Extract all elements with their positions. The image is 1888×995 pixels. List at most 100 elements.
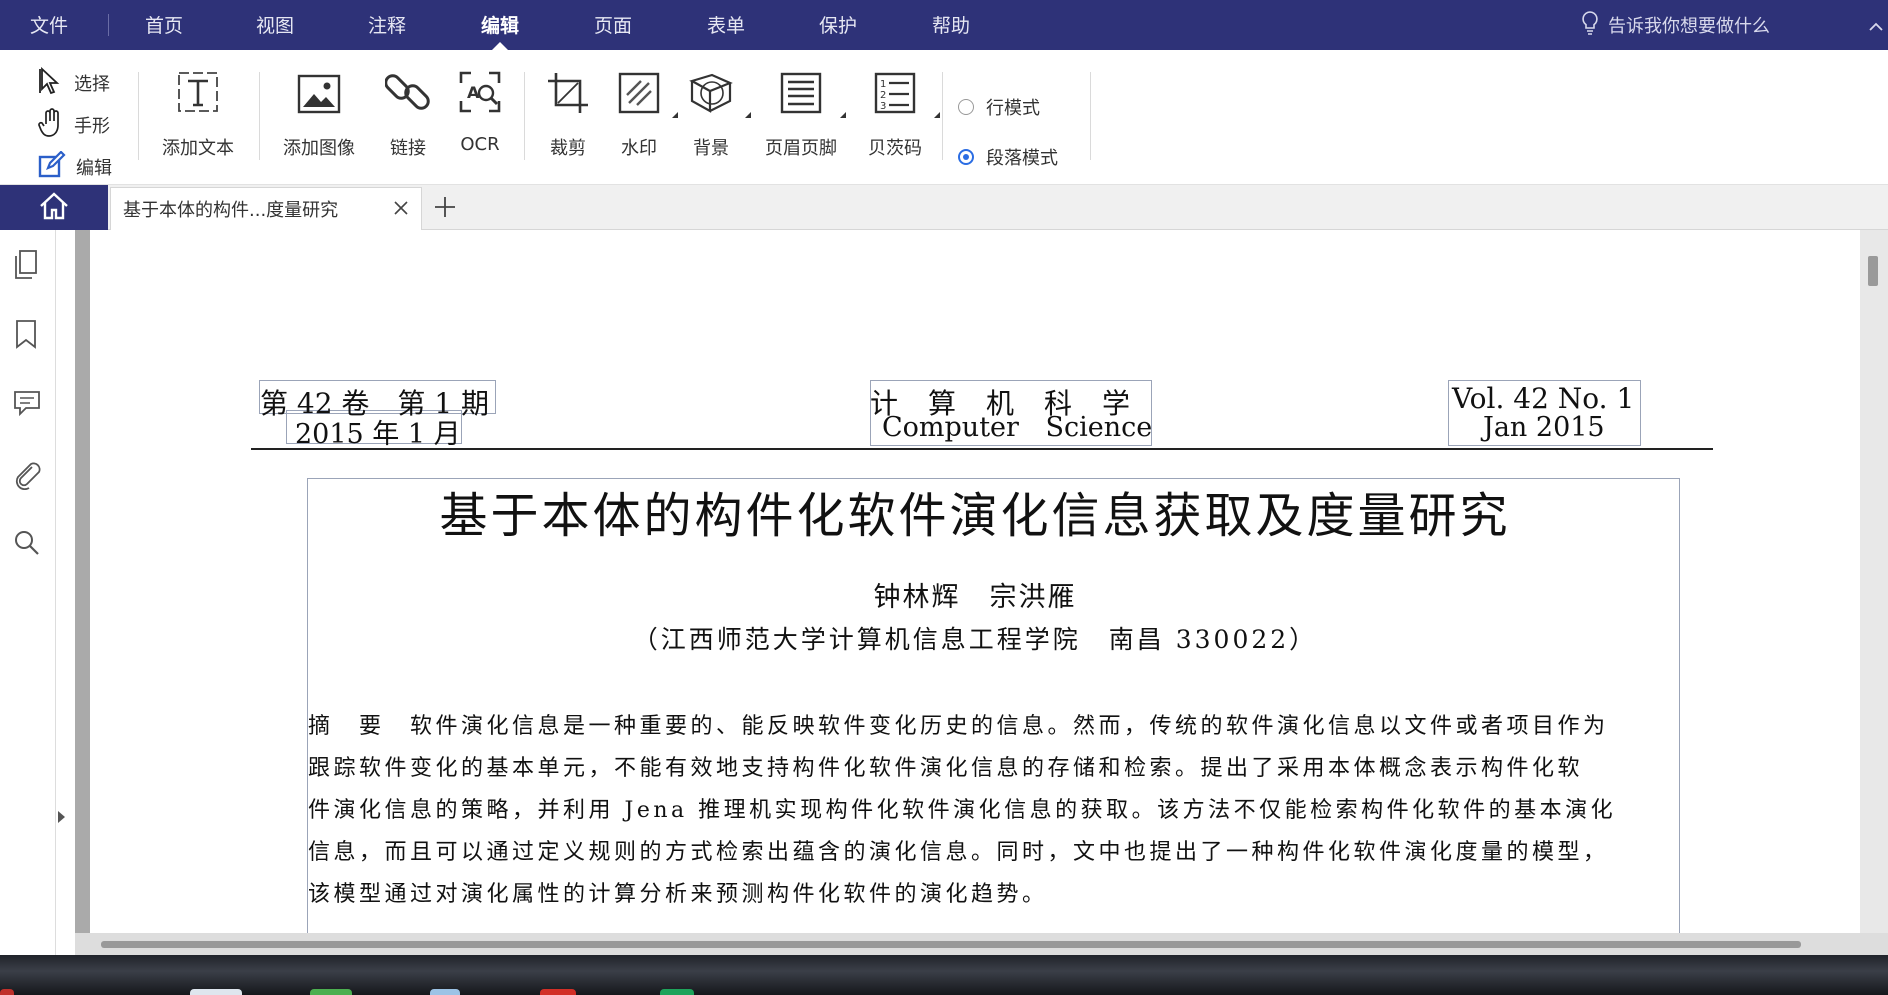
taskbar-app-icon[interactable] — [0, 989, 14, 995]
add-image-button[interactable]: 添加图像 — [278, 70, 360, 160]
svg-text:2: 2 — [880, 90, 886, 101]
menu-edit[interactable]: 编辑 — [481, 0, 519, 50]
header-footer-button[interactable]: 页眉页脚 — [758, 70, 846, 160]
radio-unselected-icon — [958, 99, 974, 115]
taskbar-app-icon[interactable] — [540, 989, 576, 995]
journal-date-en[interactable]: Jan 2015 — [1483, 412, 1605, 443]
line-mode-label: 行模式 — [986, 98, 1040, 119]
document-tab-bar: 基于本体的构件...度量研究 — [0, 185, 1888, 230]
abstract-line[interactable]: 该模型通过对演化属性的计算分析来预测构件化软件的演化趋势。 — [308, 876, 1048, 908]
journal-date-cn[interactable]: 2015 年 1 月 — [295, 412, 461, 451]
watermark-icon — [617, 71, 661, 120]
home-tab[interactable] — [0, 185, 108, 230]
bates-number-dropdown-icon[interactable] — [928, 112, 940, 118]
abstract-line[interactable]: 件演化信息的策略，并利用 Jena 推理机实现构件化软件演化信息的获取。该方法不… — [308, 792, 1616, 824]
journal-volume-en[interactable]: Vol. 42 No. 1 — [1452, 382, 1634, 415]
menu-form[interactable]: 表单 — [707, 0, 745, 50]
taskbar-app-icon[interactable] — [190, 989, 242, 995]
watermark-dropdown-icon[interactable] — [666, 112, 678, 118]
abstract-line[interactable]: 跟踪软件变化的基本单元，不能有效地支持构件化软件演化信息的存储和检索。提出了采用… — [308, 750, 1583, 782]
comment-icon[interactable] — [12, 388, 42, 418]
taskbar-app-icon[interactable] — [430, 989, 460, 995]
taskbar-app-icon[interactable] — [310, 989, 352, 995]
new-tab-plus-icon[interactable] — [432, 193, 458, 221]
image-icon — [296, 73, 342, 120]
hand-icon — [38, 107, 64, 143]
hand-mode-button[interactable]: 手形 — [38, 104, 138, 146]
link-icon — [384, 69, 431, 120]
select-mode-button[interactable]: 选择 — [38, 62, 138, 104]
mode-group: 选择 手形 编辑 — [38, 62, 138, 188]
menu-home[interactable]: 首页 — [145, 0, 183, 50]
menu-view[interactable]: 视图 — [256, 0, 294, 50]
paper-title[interactable]: 基于本体的构件化软件演化信息获取及度量研究 — [90, 476, 1860, 546]
edit-mode-label: 编辑 — [76, 158, 112, 179]
menu-page[interactable]: 页面 — [594, 0, 632, 50]
lightbulb-icon — [1580, 10, 1600, 41]
menu-protect[interactable]: 保护 — [819, 0, 857, 50]
radio-selected-icon — [958, 149, 974, 165]
watermark-label: 水印 — [621, 138, 657, 159]
paper-affiliation[interactable]: （江西师范大学计算机信息工程学院 南昌 330022） — [90, 620, 1860, 656]
bates-number-icon: 123 — [873, 71, 917, 120]
pages-thumbnail-icon[interactable] — [12, 248, 42, 279]
taskbar-app-icon[interactable] — [660, 989, 694, 995]
tell-me-search[interactable]: 告诉我你想要做什么 — [1580, 0, 1770, 50]
home-icon — [38, 191, 70, 225]
svg-text:1: 1 — [880, 79, 886, 90]
select-mode-label: 选择 — [74, 74, 110, 95]
abstract-line[interactable]: 摘 要 软件演化信息是一种重要的、能反映软件变化历史的信息。然而，传统的软件演化… — [308, 708, 1609, 740]
bates-number-label: 贝茨码 — [868, 138, 922, 159]
hand-mode-label: 手形 — [74, 116, 110, 137]
add-text-label: 添加文本 — [162, 138, 234, 159]
vertical-scroll-thumb[interactable] — [1868, 256, 1878, 286]
expand-panel-icon[interactable] — [58, 811, 65, 823]
ribbon-separator — [1090, 72, 1091, 160]
collapse-ribbon-icon[interactable] — [1868, 17, 1884, 36]
watermark-button[interactable]: 水印 — [612, 70, 678, 160]
ribbon-separator — [524, 72, 525, 160]
horizontal-scroll-thumb[interactable] — [101, 941, 1801, 948]
cursor-icon — [38, 66, 64, 100]
close-tab-icon[interactable] — [391, 198, 411, 218]
background-icon — [688, 71, 734, 120]
bates-number-button[interactable]: 123 贝茨码 — [862, 70, 940, 160]
bookmark-icon[interactable] — [12, 318, 42, 349]
paragraph-mode-radio[interactable]: 段落模式 — [958, 132, 1058, 182]
line-mode-radio[interactable]: 行模式 — [958, 82, 1058, 132]
ocr-button[interactable]: A OCR — [454, 70, 506, 155]
app-window: { "menu": { "items": [ {"label": "文件", "… — [0, 0, 1888, 995]
add-image-label: 添加图像 — [283, 138, 355, 159]
ribbon-separator — [942, 72, 943, 160]
search-icon[interactable] — [12, 528, 42, 558]
journal-name-en[interactable]: Computer Science — [882, 412, 1152, 443]
link-label: 链接 — [390, 138, 426, 159]
menu-file[interactable]: 文件 — [30, 0, 68, 50]
menu-help[interactable]: 帮助 — [932, 0, 970, 50]
menu-bar: 文件 首页 视图 注释 编辑 页面 表单 保护 帮助 告诉我你想要做什么 — [0, 0, 1888, 50]
ribbon-toolbar: 选择 手形 编辑 添加文本 添加图像 链接 A OCR 裁剪 水印 背景 页眉页… — [0, 50, 1888, 185]
os-taskbar — [0, 955, 1888, 995]
add-text-button[interactable]: 添加文本 — [156, 70, 240, 160]
paragraph-mode-label: 段落模式 — [986, 148, 1058, 169]
link-button[interactable]: 链接 — [382, 70, 434, 160]
document-tab[interactable]: 基于本体的构件...度量研究 — [110, 187, 422, 230]
vertical-scrollbar[interactable] — [1860, 230, 1888, 933]
background-label: 背景 — [693, 138, 729, 159]
background-dropdown-icon[interactable] — [739, 112, 751, 118]
crop-button[interactable]: 裁剪 — [542, 70, 594, 160]
header-rule — [251, 448, 1713, 450]
header-footer-icon — [779, 71, 823, 120]
attachment-icon[interactable] — [12, 458, 42, 491]
paper-authors[interactable]: 钟林辉 宗洪雁 — [90, 575, 1860, 614]
svg-text:3: 3 — [880, 101, 886, 112]
menu-separator — [108, 14, 109, 36]
ribbon-separator — [259, 72, 260, 160]
header-footer-label: 页眉页脚 — [765, 138, 837, 159]
abstract-line[interactable]: 信息，而且可以通过定义规则的方式检索出蕴含的演化信息。同时，文中也提出了一种构件… — [308, 834, 1609, 866]
menu-comment[interactable]: 注释 — [368, 0, 406, 50]
horizontal-scrollbar[interactable] — [75, 933, 1888, 955]
background-button[interactable]: 背景 — [683, 70, 751, 160]
header-footer-dropdown-icon[interactable] — [834, 112, 846, 118]
edit-mode-button[interactable]: 编辑 — [38, 146, 138, 188]
